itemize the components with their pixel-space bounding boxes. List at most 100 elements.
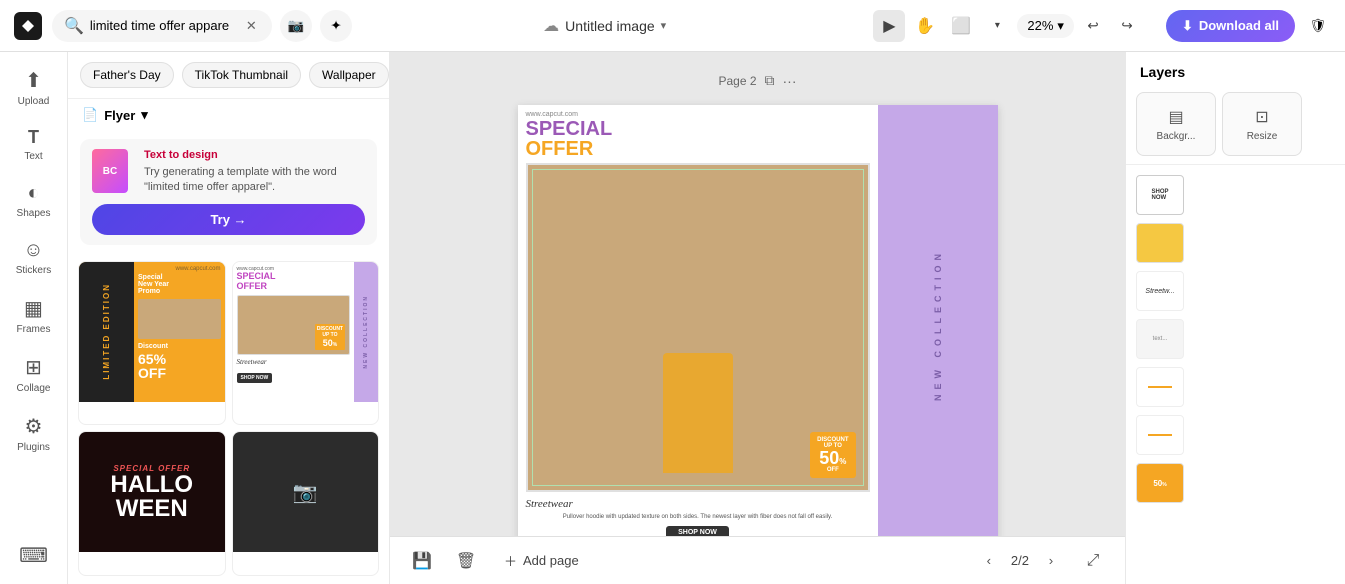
layer-item-shop-now[interactable]: SHOPNOW — [1126, 171, 1345, 219]
zoom-control[interactable]: 22% ▾ — [1017, 14, 1074, 38]
magic-icon: ✦ — [330, 18, 341, 34]
layer-thumb-line1 — [1136, 367, 1184, 407]
frame-tool-dropdown[interactable]: ▾ — [981, 10, 1013, 42]
expand-button[interactable]: ⤢ — [1077, 545, 1109, 577]
page-container: Page 2 ⧉ ··· www.capcut.com SPECIAL OFFE… — [518, 72, 998, 536]
sidebar-label-upload: Upload — [18, 96, 50, 107]
template-item-4[interactable]: 📷 — [232, 431, 380, 576]
delete-button[interactable]: 🗑 — [450, 545, 482, 577]
layer-thumb-yellow — [1136, 223, 1184, 263]
layer-item-streetwear[interactable]: Streetw... — [1126, 267, 1345, 315]
resize-tool-label: Resize — [1247, 131, 1278, 142]
sidebar-item-keyboard[interactable]: ⌨ — [4, 535, 64, 576]
template-item-2[interactable]: www.capcut.com SPECIALOFFER DISCOUNTUP T… — [232, 261, 380, 426]
bottom-bar: 💾 🗑 ＋ Add page ‹ 2/2 › ⤢ — [390, 536, 1125, 584]
resize-tool-icon: ⊡ — [1255, 107, 1268, 127]
page-canvas[interactable]: www.capcut.com SPECIAL OFFER — [518, 105, 998, 536]
save-button[interactable]: 💾 — [406, 545, 438, 577]
background-tool-icon: ▤ — [1168, 107, 1183, 127]
layer-item-yellow[interactable] — [1126, 219, 1345, 267]
tag-wallpaper[interactable]: Wallpaper — [309, 62, 389, 88]
sidebar-label-text: Text — [24, 151, 42, 162]
try-button[interactable]: Try → — [92, 204, 365, 235]
magic-button[interactable]: ✦ — [320, 10, 352, 42]
layer-item-line1[interactable] — [1126, 363, 1345, 411]
collage-icon: ⊞ — [25, 355, 42, 380]
download-button[interactable]: ⬇ Download all — [1166, 10, 1295, 42]
layer-item-line2[interactable] — [1126, 411, 1345, 459]
canvas-title-line1: SPECIAL — [526, 119, 870, 139]
page-current: 2 — [1011, 553, 1018, 568]
templates-grid: LIMITED EDITION www.capcut.com SpecialNe… — [68, 253, 389, 584]
sidebar-item-collage[interactable]: ⊞ Collage — [4, 347, 64, 402]
title-dropdown-icon: ▾ — [661, 19, 667, 32]
layer-thumb-price: text... — [1136, 319, 1184, 359]
cloud-icon: ☁ — [543, 16, 559, 36]
tag-tiktok[interactable]: TikTok Thumbnail — [182, 62, 301, 88]
add-page-button[interactable]: ＋ Add page — [494, 545, 589, 576]
sidebar-item-stickers[interactable]: ☺ Stickers — [4, 231, 64, 284]
prev-page-button[interactable]: ‹ — [975, 547, 1003, 575]
page-more-icon[interactable]: ··· — [783, 73, 797, 89]
ai-generate-box: BC Text to design Try generating a templ… — [80, 139, 377, 245]
sidebar-label-plugins: Plugins — [17, 442, 50, 453]
resize-tool-button[interactable]: ⊡ Resize — [1222, 92, 1302, 156]
page-copy-icon[interactable]: ⧉ — [765, 72, 775, 89]
undo-button[interactable]: ↩ — [1078, 11, 1108, 41]
layer-item-price[interactable]: text... — [1126, 315, 1345, 363]
sidebar-label-shapes: Shapes — [17, 208, 51, 219]
left-panel: Father's Day TikTok Thumbnail Wallpaper … — [68, 52, 390, 584]
frame-tool-button[interactable]: ⬜ — [945, 10, 977, 42]
canvas-title-line2: OFFER — [526, 139, 870, 159]
background-tool-button[interactable]: ▤ Backgr... — [1136, 92, 1216, 156]
template-item-3[interactable]: SPECIAL OFFER HALLOWEEN — [78, 431, 226, 576]
sidebar-item-shapes[interactable]: ◐ Shapes — [4, 174, 64, 227]
canvas-scroll[interactable]: Page 2 ⧉ ··· www.capcut.com SPECIAL OFFE… — [390, 52, 1125, 536]
sidebar-item-frames[interactable]: ▦ Frames — [4, 288, 64, 343]
zoom-level: 22% — [1027, 18, 1053, 33]
sidebar-item-plugins[interactable]: ⚙ Plugins — [4, 406, 64, 461]
canvas-collection-text: NEW COLLECTION — [933, 249, 943, 401]
canvas-title: SPECIAL OFFER — [518, 119, 878, 159]
download-icon: ⬇ — [1182, 18, 1193, 34]
logo-icon[interactable] — [12, 10, 44, 42]
text-icon: T — [28, 127, 39, 148]
redo-button[interactable]: ↪ — [1112, 11, 1142, 41]
tag-fathers-day[interactable]: Father's Day — [80, 62, 174, 88]
page-label-row: Page 2 ⧉ ··· — [718, 72, 796, 89]
layer-item-discount[interactable]: 50% — [1126, 459, 1345, 507]
shapes-icon: ◐ — [27, 182, 39, 205]
layer-thumb-streetwear: Streetw... — [1136, 271, 1184, 311]
ai-thumb: BC — [92, 149, 128, 193]
camera-button[interactable]: 📷 — [280, 10, 312, 42]
add-page-icon: ＋ — [504, 551, 517, 570]
template-item-1[interactable]: LIMITED EDITION www.capcut.com SpecialNe… — [78, 261, 226, 426]
canvas-shop-now-button[interactable]: SHOP NOW — [666, 526, 729, 536]
layer-thumb-shop-now: SHOPNOW — [1136, 175, 1184, 215]
canvas-area: Page 2 ⧉ ··· www.capcut.com SPECIAL OFFE… — [390, 52, 1125, 584]
file-title-area[interactable]: ☁ Untitled image ▾ — [543, 16, 666, 36]
canvas-url: www.capcut.com — [518, 105, 878, 119]
shield-button[interactable]: 🛡 — [1303, 11, 1333, 41]
flyer-label: Flyer — [104, 108, 135, 123]
canvas-description: Pullover hoodie with updated texture on … — [518, 512, 878, 522]
sidebar-item-text[interactable]: T Text — [4, 119, 64, 170]
sidebar-label-stickers: Stickers — [16, 265, 52, 276]
canvas-right-panel: NEW COLLECTION — [878, 105, 998, 536]
add-page-label: Add page — [523, 553, 579, 568]
download-label: Download all — [1199, 18, 1279, 33]
next-page-button[interactable]: › — [1037, 547, 1065, 575]
file-title: Untitled image — [565, 18, 655, 34]
layer-thumb-line2 — [1136, 415, 1184, 455]
plugins-icon: ⚙ — [25, 414, 43, 439]
sidebar-item-upload[interactable]: ⬆ Upload — [4, 60, 64, 115]
flyer-section-title[interactable]: 📄 Flyer ▾ — [82, 107, 148, 123]
hand-tool-button[interactable]: ✋ — [909, 10, 941, 42]
cursor-tool-button[interactable]: ▶ — [873, 10, 905, 42]
search-input[interactable] — [90, 18, 240, 33]
right-panel: Layers ▤ Backgr... ⊡ Resize SHOPNOW — [1125, 52, 1345, 584]
search-clear-icon[interactable]: ✕ — [246, 18, 257, 34]
search-icon: 🔍 — [64, 16, 84, 36]
layers-header: Layers — [1126, 52, 1345, 88]
upload-icon: ⬆ — [25, 68, 42, 93]
